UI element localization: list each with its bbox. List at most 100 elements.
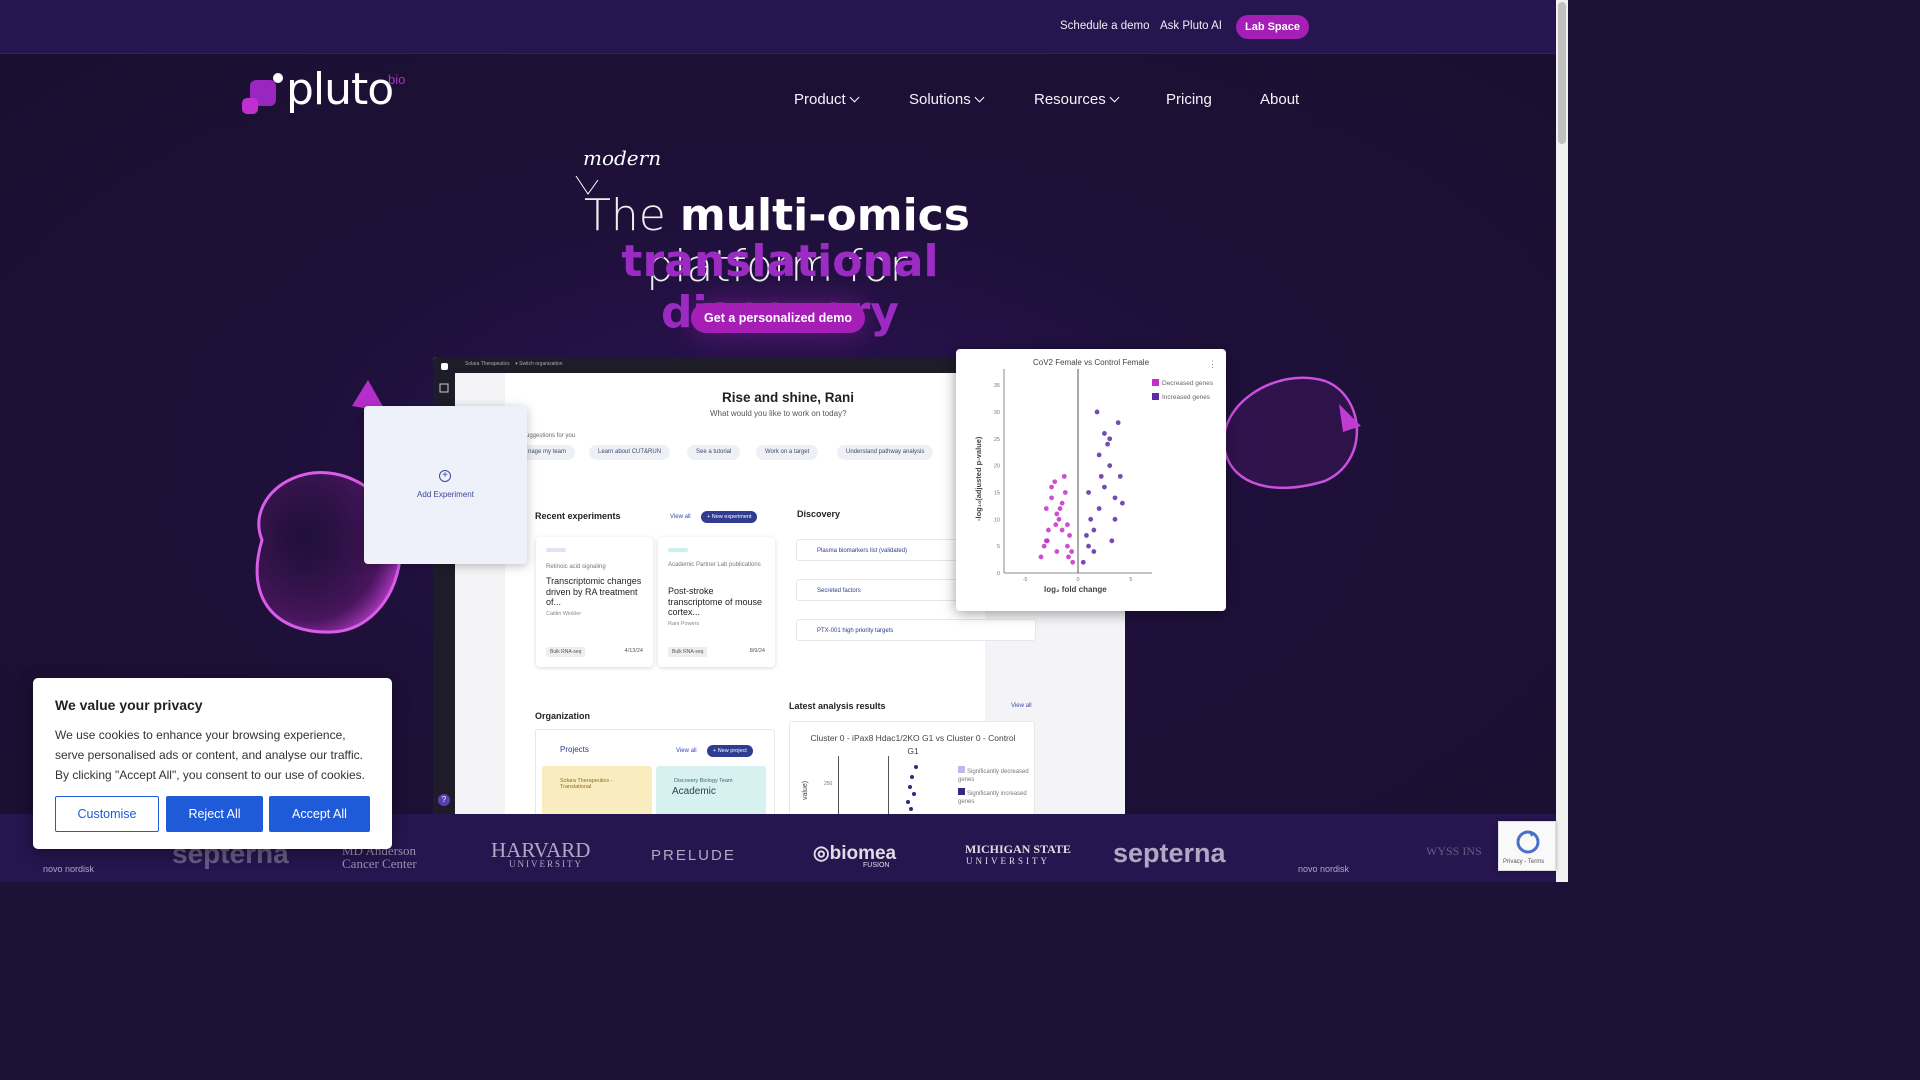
latest-results-heading: Latest analysis results — [789, 701, 886, 711]
page-scrollbar[interactable] — [1556, 0, 1568, 882]
logo-prelude: PRELUDE — [651, 847, 736, 864]
nav-resources[interactable]: Resources — [1034, 91, 1120, 108]
data-point — [1120, 500, 1125, 506]
projects-heading: Projects — [560, 745, 589, 754]
data-point — [1062, 490, 1068, 495]
card-date: 8/9/24 — [749, 648, 765, 654]
data-point — [1102, 484, 1107, 490]
y-tick-label: 0 — [997, 571, 1000, 577]
reject-all-button[interactable]: Reject All — [166, 796, 263, 832]
volcano-plot: 0 5 10 15 20 25 30 35 -5 0 5 — [994, 369, 1152, 583]
card-category: Academic Partner Lab publications — [668, 562, 761, 568]
new-project-button: + New project — [707, 745, 753, 757]
card-tag: Bulk RNA-seq — [546, 647, 586, 657]
data-point — [1059, 500, 1065, 506]
add-experiment-card[interactable]: + Add Experiment — [364, 406, 527, 564]
data-point — [1038, 554, 1044, 560]
x-tick-label: 0 — [1076, 577, 1079, 583]
recaptcha-icon — [1516, 830, 1540, 854]
projects-panel: Projects View all + New project Solara T… — [535, 729, 775, 817]
y-tick-label: 10 — [994, 517, 1000, 523]
data-point — [1091, 527, 1097, 533]
project-card: Discovery Biology Team Academic — [656, 766, 766, 817]
chevron-down-icon — [849, 92, 860, 103]
nav-product-label: Product — [794, 91, 846, 108]
view-all-link: View all — [676, 748, 697, 754]
recaptcha-badge[interactable]: Privacy - Terms — [1498, 821, 1556, 871]
cookie-body: We use cookies to enhance your browsing … — [55, 728, 366, 782]
data-point — [1086, 543, 1091, 549]
data-point — [1096, 452, 1102, 458]
cookie-consent-dialog: We value your privacy We use cookies to … — [33, 678, 392, 849]
nav-pricing[interactable]: Pricing — [1166, 91, 1212, 108]
data-point — [1117, 473, 1123, 479]
volcano-plot-card: CoV2 Female vs Control Female ⋮ Decrease… — [956, 349, 1226, 611]
project-card: Solara Therapeutics - Translational — [542, 766, 652, 817]
data-point — [1070, 559, 1076, 565]
chart-icon — [439, 383, 449, 393]
latest-y-label: value) — [802, 780, 809, 800]
chevron-down-icon — [1109, 92, 1120, 103]
card-title: Post-stroke transcriptome of mouse corte… — [668, 586, 763, 617]
lab-space-button[interactable]: Lab Space — [1236, 15, 1309, 39]
data-point — [1044, 538, 1050, 544]
switch-org-link: Switch organization — [519, 361, 563, 367]
accept-all-button[interactable]: Accept All — [269, 796, 370, 832]
data-point — [1102, 431, 1107, 436]
customise-button[interactable]: Customise — [55, 796, 159, 832]
y-tick-label: 15 — [994, 490, 1000, 496]
card-color-bar — [668, 548, 688, 552]
data-point — [1067, 533, 1072, 538]
data-point — [1065, 522, 1070, 528]
card-tag: Bulk RNA-seq — [668, 647, 708, 657]
card-date: 4/13/24 — [624, 648, 643, 654]
logo-michigan-state-university: UNIVERSITY — [966, 856, 1050, 866]
ask-pluto-ai-link[interactable]: Ask Pluto AI — [1160, 20, 1222, 32]
app-logo-icon — [441, 363, 448, 370]
get-demo-button[interactable]: Get a personalized demo — [691, 303, 865, 333]
data-point — [1088, 516, 1094, 522]
x-tick-label: -5 — [1023, 577, 1028, 583]
latest-legend-label: Significantly increased genes — [958, 791, 1027, 805]
y-tick-label: 20 — [994, 464, 1000, 470]
suggestion-pill: Learn about CUT&RUN — [589, 445, 671, 460]
add-experiment-label: Add Experiment — [417, 490, 474, 499]
card-category: Retinoic acid signaling — [546, 564, 606, 570]
nav-product[interactable]: Product — [794, 91, 860, 108]
logo-biomea-fusion: FUSION — [863, 862, 890, 869]
pluto-logo[interactable]: pluto bio — [238, 64, 418, 128]
logo-biomea-name: biomea — [829, 843, 897, 864]
latest-results-title: Cluster 0 - iPax8 Hdac1/2KO G1 vs Cluste… — [810, 733, 1016, 756]
data-point — [1107, 436, 1113, 442]
data-point — [1112, 495, 1118, 501]
recaptcha-terms: Privacy - Terms — [1503, 859, 1545, 865]
latest-scatter-points — [846, 765, 918, 817]
logo-michigan-state: MICHIGAN STATE — [965, 842, 1071, 856]
view-all-link: View all — [670, 514, 691, 520]
scrollbar-thumb[interactable] — [1558, 2, 1566, 144]
data-point — [1054, 511, 1060, 517]
nav-solutions[interactable]: Solutions — [909, 91, 985, 108]
schedule-demo-link[interactable]: Schedule a demo — [1060, 20, 1150, 32]
data-point — [1107, 463, 1113, 469]
logo-septerna: septerna — [1113, 838, 1226, 868]
suggestion-pill: Work on a target — [756, 445, 819, 460]
data-point — [1066, 554, 1071, 560]
nav-resources-label: Resources — [1034, 91, 1106, 108]
discovery-item: PTX-001 high priority targets — [796, 619, 1036, 641]
data-point — [1091, 549, 1097, 554]
logo-harvard-university: UNIVERSITY — [509, 859, 583, 869]
help-icon: ? — [438, 794, 450, 806]
y-tick-label: 5 — [997, 544, 1000, 550]
nav-solutions-label: Solutions — [909, 91, 971, 108]
suggestion-pill: See a tutorial — [687, 445, 741, 460]
nav-about[interactable]: About — [1260, 91, 1299, 108]
data-point — [1053, 522, 1059, 528]
data-point — [1052, 479, 1058, 485]
data-point — [1086, 490, 1091, 495]
data-point — [1046, 527, 1051, 533]
suggestion-pill: Understand pathway analysis — [837, 445, 934, 460]
latest-y-axis — [838, 756, 839, 817]
suggestion-pill: nage my team — [519, 445, 576, 460]
project-card-label: Discovery Biology Team — [674, 778, 733, 784]
